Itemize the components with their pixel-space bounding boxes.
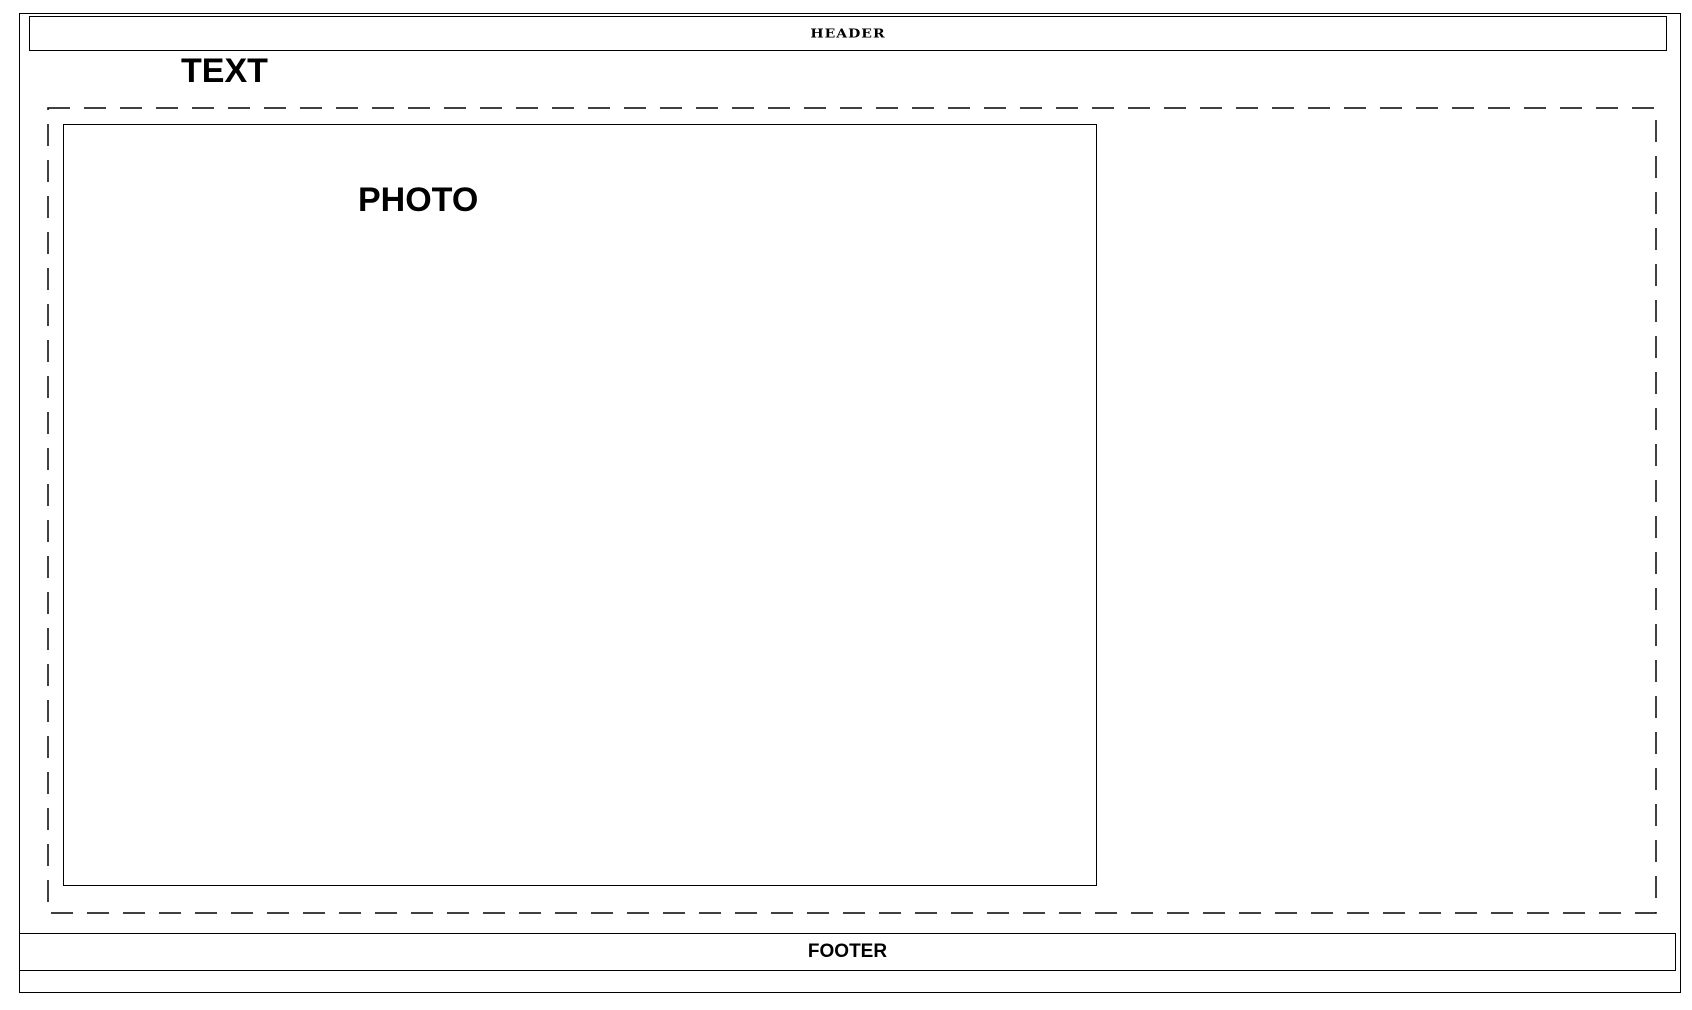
- header-label: HEADER: [810, 26, 886, 41]
- photo-placeholder: PHOTO: [63, 124, 1097, 886]
- footer-label: FOOTER: [807, 941, 888, 962]
- footer-bar: FOOTER: [19, 933, 1676, 971]
- text-placeholder-label: TEXT: [181, 52, 268, 90]
- header-bar: HEADER: [29, 16, 1667, 51]
- photo-label: PHOTO: [358, 181, 479, 219]
